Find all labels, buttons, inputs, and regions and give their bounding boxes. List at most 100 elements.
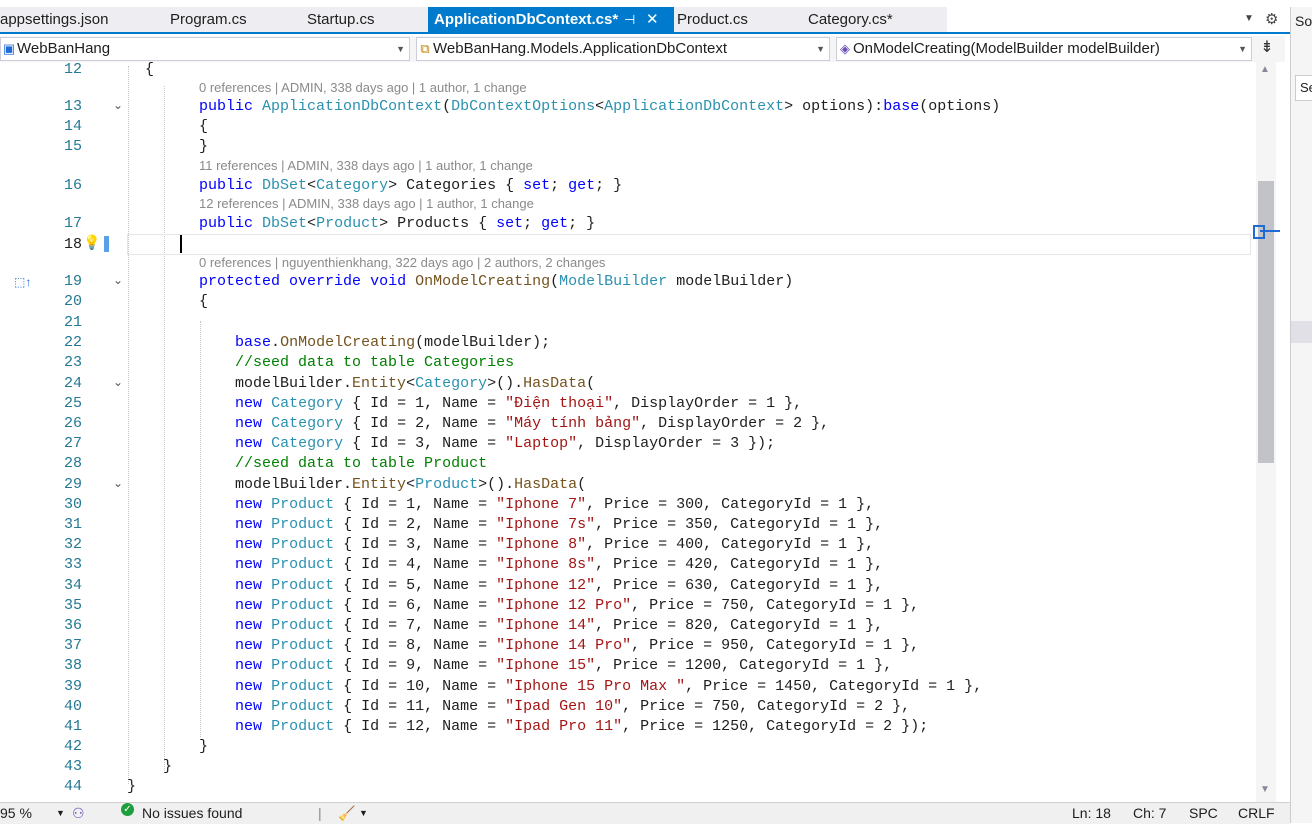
- line-indicator[interactable]: Ln: 18: [1072, 803, 1111, 824]
- scroll-down-icon[interactable]: ▼: [1260, 784, 1270, 795]
- project-dropdown[interactable]: ▣ WebBanHang ▼: [0, 37, 410, 61]
- code-text: new Category { Id = 1, Name = "Điện thoạ…: [235, 395, 803, 412]
- current-line-highlight: [127, 234, 1251, 255]
- code-text: {: [127, 118, 209, 135]
- code-text: public DbSet<Product> Products { set; ge…: [199, 215, 596, 232]
- method-icon: ◈: [840, 41, 850, 56]
- line-number: 22: [63, 334, 82, 351]
- split-window-icon[interactable]: ⇟: [1258, 38, 1276, 58]
- lightbulb-icon[interactable]: 💡: [83, 234, 100, 251]
- text-caret: [180, 235, 182, 253]
- code-text: new Product { Id = 3, Name = "Iphone 8",…: [235, 536, 875, 553]
- tab-product[interactable]: Product.cs: [677, 7, 748, 32]
- code-text: {: [127, 61, 155, 78]
- code-text: //seed data to table Categories: [235, 354, 515, 371]
- code-text: new Product { Id = 10, Name = "Iphone 15…: [235, 678, 983, 695]
- scroll-up-icon[interactable]: ▲: [1260, 64, 1270, 75]
- code-text: new Product { Id = 11, Name = "Ipad Gen …: [235, 698, 911, 715]
- code-text: new Product { Id = 7, Name = "Iphone 14"…: [235, 617, 884, 634]
- column-indicator[interactable]: Ch: 7: [1133, 803, 1166, 824]
- code-text: public ApplicationDbContext(DbContextOpt…: [199, 98, 1001, 115]
- tab-list-dropdown-icon[interactable]: ▼: [1244, 13, 1254, 24]
- member-dropdown[interactable]: ◈ OnModelCreating(ModelBuilder modelBuild…: [836, 37, 1252, 61]
- collapse-icon[interactable]: ⌄: [113, 375, 123, 390]
- tab-appsettings[interactable]: appsettings.json: [0, 7, 108, 32]
- copilot-icon[interactable]: ⚇: [72, 803, 85, 824]
- line-number: 37: [63, 637, 82, 654]
- code-text: new Product { Id = 1, Name = "Iphone 7",…: [235, 496, 875, 513]
- tab-category[interactable]: Category.cs*: [808, 7, 893, 32]
- code-text: {: [127, 293, 209, 310]
- line-number: 26: [63, 415, 82, 432]
- project-label: WebBanHang: [17, 40, 111, 57]
- line-number: 39: [63, 678, 82, 695]
- line-ending-indicator[interactable]: CRLF: [1238, 803, 1275, 824]
- chevron-down-icon[interactable]: ▼: [359, 803, 368, 824]
- whitespace-indicator[interactable]: SPC: [1189, 803, 1218, 824]
- code-text: new Product { Id = 2, Name = "Iphone 7s"…: [235, 516, 884, 533]
- search-input[interactable]: Se: [1295, 75, 1312, 101]
- separator: |: [318, 805, 322, 821]
- code-text: protected override void OnModelCreating(…: [199, 273, 794, 290]
- issues-status[interactable]: No issues found: [142, 803, 242, 824]
- code-lens[interactable]: 0 references | nguyenthienkhang, 322 day…: [199, 255, 605, 270]
- line-number: 30: [63, 496, 82, 513]
- code-cleanup-icon[interactable]: 🧹: [338, 803, 355, 824]
- tab-applicationdbcontext[interactable]: ApplicationDbContext.cs* ⊣ ✕: [428, 7, 674, 32]
- zoom-level[interactable]: 95 %: [0, 803, 32, 824]
- line-number: 25: [63, 395, 82, 412]
- close-icon[interactable]: ✕: [646, 7, 659, 32]
- code-lens[interactable]: 12 references | ADMIN, 338 days ago | 1 …: [199, 196, 534, 211]
- code-text: new Product { Id = 8, Name = "Iphone 14 …: [235, 637, 920, 654]
- class-icon: ⧉: [420, 41, 430, 56]
- tab-label: ApplicationDbContext.cs*: [434, 11, 619, 28]
- code-text: }: [127, 758, 173, 775]
- line-number: 15: [63, 138, 82, 155]
- code-lens[interactable]: 11 references | ADMIN, 338 days ago | 1 …: [199, 158, 533, 173]
- line-number: 29: [63, 476, 82, 493]
- line-number: 40: [63, 698, 82, 715]
- gear-icon[interactable]: ⚙: [1265, 10, 1278, 28]
- code-text: new Product { Id = 6, Name = "Iphone 12 …: [235, 597, 920, 614]
- caret-position-line: [1260, 230, 1280, 232]
- code-text: }: [127, 778, 137, 795]
- chevron-down-icon: ▼: [1238, 44, 1247, 54]
- collapse-icon[interactable]: ⌄: [113, 273, 123, 288]
- line-number: 42: [63, 738, 82, 755]
- line-number: 33: [63, 556, 82, 573]
- line-number: 16: [63, 177, 82, 194]
- line-number: 41: [63, 718, 82, 735]
- tab-startup[interactable]: Startup.cs: [307, 7, 375, 32]
- line-number: 31: [63, 516, 82, 533]
- code-text: modelBuilder.Entity<Category>().HasData(: [127, 375, 596, 392]
- project-icon: ▣: [2, 41, 16, 56]
- pin-icon[interactable]: ⊣: [624, 7, 635, 32]
- line-number: 18: [63, 236, 82, 253]
- scrollbar-thumb[interactable]: [1258, 181, 1274, 463]
- code-text: new Product { Id = 9, Name = "Iphone 15"…: [235, 657, 893, 674]
- code-lens[interactable]: 0 references | ADMIN, 338 days ago | 1 a…: [199, 80, 527, 95]
- vertical-scrollbar[interactable]: ▲ ▼: [1256, 62, 1276, 802]
- line-number: 21: [63, 314, 82, 331]
- selected-tree-item[interactable]: [1291, 321, 1312, 343]
- class-dropdown[interactable]: ⧉ WebBanHang.Models.ApplicationDbContext …: [416, 37, 830, 61]
- collapse-icon[interactable]: ⌄: [113, 476, 123, 491]
- line-number: 43: [63, 758, 82, 775]
- line-number: 28: [63, 455, 82, 472]
- member-label: OnModelCreating(ModelBuilder modelBuilde…: [853, 40, 1160, 57]
- line-number: 24: [63, 375, 82, 392]
- code-text: new Category { Id = 3, Name = "Laptop", …: [235, 435, 776, 452]
- tab-program[interactable]: Program.cs: [170, 7, 247, 32]
- line-number: 44: [63, 778, 82, 795]
- line-number: 36: [63, 617, 82, 634]
- line-number: 32: [63, 536, 82, 553]
- line-number: 13: [63, 98, 82, 115]
- code-text: new Product { Id = 12, Name = "Ipad Pro …: [235, 718, 929, 735]
- line-number: 17: [63, 215, 82, 232]
- change-indicator: [104, 236, 109, 252]
- collapse-icon[interactable]: ⌄: [113, 98, 123, 113]
- chevron-down-icon[interactable]: ▼: [56, 803, 65, 824]
- solution-explorer-panel: So Se: [1290, 7, 1312, 823]
- line-number: 38: [63, 657, 82, 674]
- panel-title: So: [1295, 13, 1312, 29]
